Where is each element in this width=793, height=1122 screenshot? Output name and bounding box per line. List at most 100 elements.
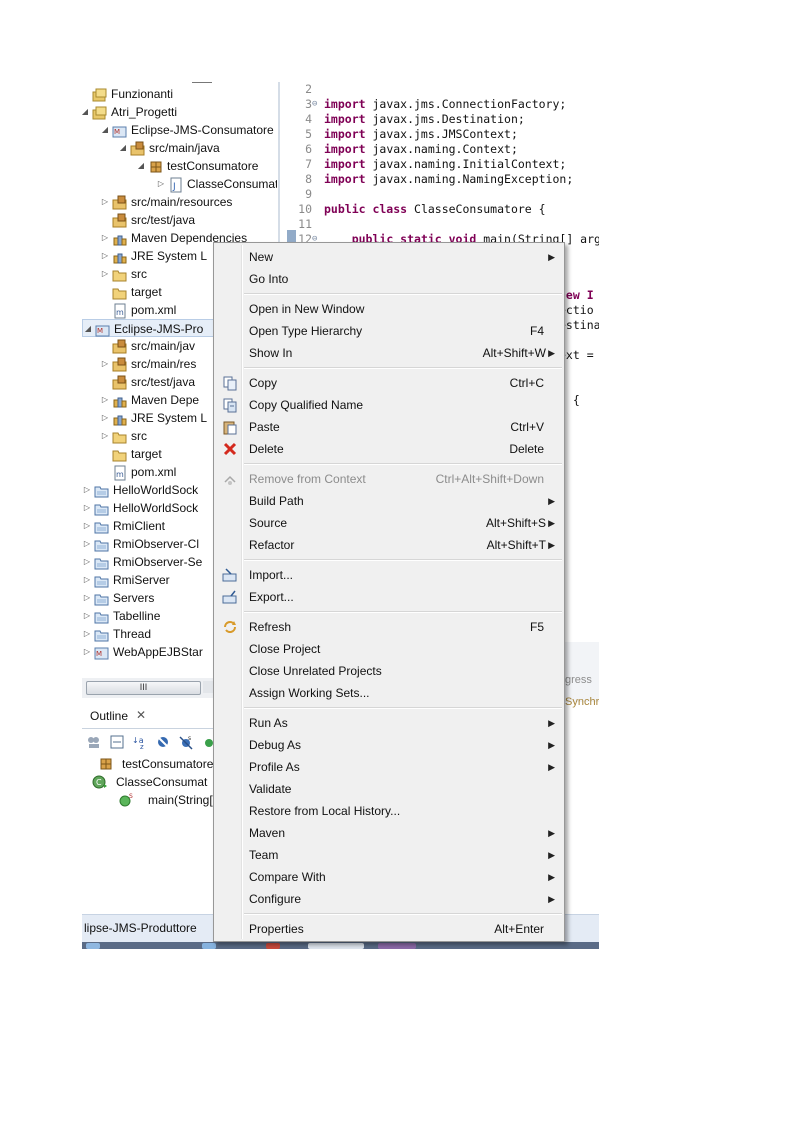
expand-arrow-closed-icon[interactable]: ▷	[100, 193, 110, 211]
svg-text:M: M	[96, 650, 102, 658]
menu-item-build-path[interactable]: Build Path ▶	[216, 490, 562, 512]
code-line[interactable]: 11	[282, 217, 599, 232]
expand-arrow-closed-icon[interactable]: ▷	[100, 409, 110, 427]
code-line[interactable]: 4 import javax.jms.Destination;	[282, 112, 599, 127]
menu-item-configure[interactable]: Configure ▶	[216, 888, 562, 910]
expand-arrow-closed-icon[interactable]: ▷	[82, 517, 92, 535]
expand-arrow-closed-icon[interactable]: ▷	[82, 625, 92, 643]
svg-text:J: J	[172, 182, 176, 192]
keyword: import	[324, 97, 366, 111]
menu-item-source[interactable]: Source Alt+Shift+S ▶	[216, 512, 562, 534]
menu-item-refresh[interactable]: Refresh F5	[216, 616, 562, 638]
outline-item-label: ClasseConsumat	[116, 775, 208, 789]
hide-fields-icon[interactable]	[109, 734, 125, 750]
code-line[interactable]: 9	[282, 187, 599, 202]
expand-arrow-closed-icon[interactable]: ▷	[100, 355, 110, 373]
tree-item[interactable]: Funzionanti	[82, 85, 277, 103]
tree-item-label: RmiObserver-Cl	[113, 537, 200, 551]
menu-shortcut: Ctrl+C	[509, 376, 544, 390]
tree-item[interactable]: ◢ M Eclipse-JMS-Consumatore	[82, 121, 277, 139]
expand-arrow-open-icon[interactable]: ◢	[82, 103, 90, 121]
tree-item[interactable]: ◢ Atri_Progetti	[82, 103, 277, 121]
expand-arrow-closed-icon[interactable]: ▷	[82, 607, 92, 625]
menu-item-paste[interactable]: Paste Ctrl+V	[216, 416, 562, 438]
sort-az-icon[interactable]: ↓a z	[132, 734, 148, 751]
menu-item-delete[interactable]: Delete Delete	[216, 438, 562, 460]
expand-arrow-open-icon[interactable]: ◢	[100, 121, 110, 139]
taskbar-button[interactable]	[266, 943, 280, 949]
hide-static-icon[interactable]	[155, 734, 171, 750]
menu-item-show-in[interactable]: Show In Alt+Shift+W ▶	[216, 342, 562, 364]
expand-arrow-closed-icon[interactable]: ▷	[100, 229, 110, 247]
collapse-all-icon[interactable]	[86, 734, 102, 750]
expand-arrow-open-icon[interactable]: ◢	[83, 320, 93, 338]
expand-arrow-closed-icon[interactable]: ▷	[82, 643, 92, 661]
code-line[interactable]: 7 import javax.naming.InitialContext;	[282, 157, 599, 172]
tree-item[interactable]: src/test/java	[82, 211, 277, 229]
menu-item-close-project[interactable]: Close Project	[216, 638, 562, 660]
menu-item-debug-as[interactable]: Debug As ▶	[216, 734, 562, 756]
expand-arrow-closed-icon[interactable]: ▷	[100, 391, 110, 409]
source-folder-icon	[112, 213, 128, 228]
menu-item-properties[interactable]: Properties Alt+Enter	[216, 918, 562, 940]
expand-arrow-closed-icon[interactable]: ▷	[82, 535, 92, 553]
code-line[interactable]: 8 import javax.naming.NamingException;	[282, 172, 599, 187]
expand-arrow-closed-icon[interactable]: ▷	[82, 481, 92, 499]
close-icon[interactable]: ✕	[136, 708, 146, 722]
expand-arrow-closed-icon[interactable]: ▷	[82, 589, 92, 607]
tree-item-label: Atri_Progetti	[111, 105, 178, 119]
expand-arrow-closed-icon[interactable]: ▷	[82, 553, 92, 571]
tree-item-label: target	[131, 285, 162, 299]
code-line[interactable]: 6 import javax.naming.Context;	[282, 142, 599, 157]
scrollbar-thumb[interactable]: III	[86, 681, 201, 695]
tab-progress[interactable]: gress	[565, 674, 592, 686]
expand-arrow-closed-icon[interactable]: ▷	[100, 427, 110, 445]
menu-item-run-as[interactable]: Run As ▶	[216, 712, 562, 734]
menu-item-refactor[interactable]: Refactor Alt+Shift+T ▶	[216, 534, 562, 556]
code-line[interactable]: 3 ⊖ import javax.jms.ConnectionFactory;	[282, 97, 599, 112]
taskbar-button[interactable]	[202, 943, 216, 949]
tree-item[interactable]: ◢ testConsumatore	[82, 157, 277, 175]
taskbar-button[interactable]	[308, 943, 364, 949]
menu-item-open-in-new-window[interactable]: Open in New Window	[216, 298, 562, 320]
code-line[interactable]: 5 import javax.jms.JMSContext;	[282, 127, 599, 142]
menu-item-profile-as[interactable]: Profile As ▶	[216, 756, 562, 778]
menu-item-open-type-hierarchy[interactable]: Open Type Hierarchy F4	[216, 320, 562, 342]
hide-non-public-icon[interactable]: s	[178, 734, 194, 750]
tree-item-label: RmiObserver-Se	[113, 555, 203, 569]
menu-item-export[interactable]: Export...	[216, 586, 562, 608]
menu-item-compare-with[interactable]: Compare With ▶	[216, 866, 562, 888]
import-icon	[222, 567, 238, 583]
menu-item-maven[interactable]: Maven ▶	[216, 822, 562, 844]
tree-item[interactable]: ▷ J ClasseConsumat	[82, 175, 277, 193]
taskbar-button[interactable]	[86, 943, 100, 949]
menu-item-assign-working-sets[interactable]: Assign Working Sets...	[216, 682, 562, 704]
menu-item-copy-qualified-name[interactable]: Copy Qualified Name	[216, 394, 562, 416]
tab-synchronize[interactable]: Synchr	[565, 696, 599, 708]
expand-arrow-open-icon[interactable]: ◢	[136, 157, 146, 175]
menu-item-validate[interactable]: Validate	[216, 778, 562, 800]
menu-item-team[interactable]: Team ▶	[216, 844, 562, 866]
code-line[interactable]: 10 public class ClasseConsumatore {	[282, 202, 599, 217]
expand-arrow-closed-icon[interactable]: ▷	[156, 175, 166, 193]
tree-item[interactable]: ◢ src/main/java	[82, 139, 277, 157]
source-folder-icon	[112, 357, 128, 372]
expand-arrow-closed-icon[interactable]: ▷	[82, 571, 92, 589]
expand-arrow-open-icon[interactable]: ◢	[118, 139, 128, 157]
expand-arrow-closed-icon[interactable]: ▷	[100, 265, 110, 283]
tab-outline[interactable]: Outline ✕	[82, 704, 222, 729]
expand-arrow-closed-icon[interactable]: ▷	[100, 247, 110, 265]
taskbar-button[interactable]	[378, 943, 416, 949]
tree-item-label: src/main/res	[131, 357, 197, 371]
menu-item-import[interactable]: Import...	[216, 564, 562, 586]
no-arrow	[100, 373, 110, 391]
menu-item-restore-from-local-history[interactable]: Restore from Local History...	[216, 800, 562, 822]
code-line[interactable]: 2	[282, 82, 599, 97]
tree-item[interactable]: ▷ src/main/resources	[82, 193, 277, 211]
menu-item-copy[interactable]: Copy Ctrl+C	[216, 372, 562, 394]
menu-item-new[interactable]: New ▶	[216, 246, 562, 268]
fold-toggle-icon[interactable]: ⊖	[312, 97, 317, 112]
menu-item-close-unrelated-projects[interactable]: Close Unrelated Projects	[216, 660, 562, 682]
menu-item-go-into[interactable]: Go Into	[216, 268, 562, 290]
expand-arrow-closed-icon[interactable]: ▷	[82, 499, 92, 517]
